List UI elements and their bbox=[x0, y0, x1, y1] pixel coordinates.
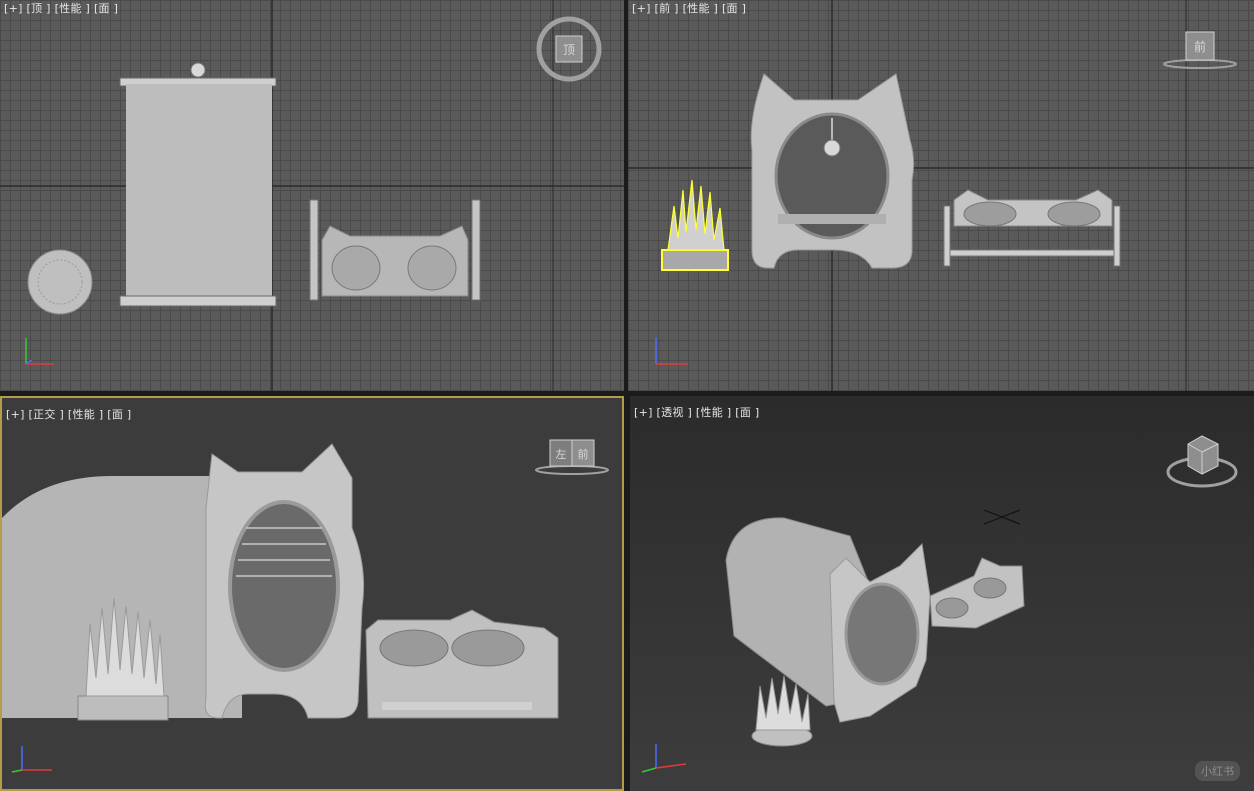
viewport-front[interactable]: [+] [前 ] [性能 ] [面 ] 前 bbox=[628, 0, 1254, 391]
svg-text:前: 前 bbox=[1194, 39, 1206, 54]
viewport-ortho-label[interactable]: [+] [正交 ] [性能 ] [面 ] bbox=[6, 406, 132, 422]
perspective-scene bbox=[725, 509, 1025, 747]
viewport-top[interactable]: [+] [顶 ] [性能 ] [面 ] 顶 bbox=[0, 0, 624, 391]
svg-text:左: 左 bbox=[556, 448, 567, 461]
feeder-ortho[interactable] bbox=[365, 609, 559, 719]
viewport-ortho[interactable]: [+] [正交 ] [性能 ] [面 ] 左 前 bbox=[0, 396, 624, 791]
viewcube-ortho[interactable]: 左 前 bbox=[534, 436, 610, 476]
cat-house-perspective[interactable] bbox=[725, 517, 931, 723]
grass-pot-front-selected[interactable] bbox=[661, 179, 729, 271]
viewcube-top[interactable]: 顶 bbox=[534, 14, 604, 84]
axis-tripod-icon bbox=[641, 744, 687, 773]
pivot-cross-icon bbox=[983, 509, 1021, 525]
ortho-scene bbox=[2, 443, 559, 721]
axis-tripod-icon bbox=[655, 338, 688, 365]
feeder-top[interactable] bbox=[309, 199, 481, 301]
viewcube-front[interactable]: 前 bbox=[1162, 28, 1238, 72]
feeder-perspective[interactable] bbox=[929, 557, 1025, 629]
axis-tripod-icon bbox=[11, 746, 52, 773]
viewcube-perspective-icon bbox=[1166, 435, 1238, 488]
viewport-top-label[interactable]: [+] [顶 ] [性能 ] [面 ] bbox=[4, 0, 118, 16]
front-scene bbox=[628, 0, 1254, 391]
cat-house-ortho[interactable] bbox=[2, 443, 365, 719]
viewport-perspective-label[interactable]: [+] [透视 ] [性能 ] [面 ] bbox=[634, 404, 760, 420]
viewcube-ring-icon: 顶 bbox=[536, 16, 602, 82]
viewport-front-label[interactable]: [+] [前 ] [性能 ] [面 ] bbox=[632, 0, 746, 16]
grass-pot-top[interactable] bbox=[27, 249, 93, 315]
axis-tripod-icon bbox=[25, 338, 54, 365]
watermark: 小红书 bbox=[1195, 761, 1240, 781]
cylinder-model[interactable] bbox=[119, 62, 277, 307]
viewport-perspective[interactable]: [+] [透视 ] [性能 ] [面 ] 小红书 bbox=[630, 396, 1254, 791]
viewcube-perspective[interactable] bbox=[1164, 430, 1240, 494]
feeder-front[interactable] bbox=[943, 189, 1121, 267]
viewcube-ortho-icon: 左 前 bbox=[535, 439, 609, 475]
cat-house-front[interactable] bbox=[750, 73, 915, 269]
top-scene bbox=[0, 0, 624, 391]
svg-text:前: 前 bbox=[578, 447, 589, 461]
svg-text:顶: 顶 bbox=[563, 43, 575, 57]
viewcube-front-icon: 前 bbox=[1163, 31, 1237, 69]
